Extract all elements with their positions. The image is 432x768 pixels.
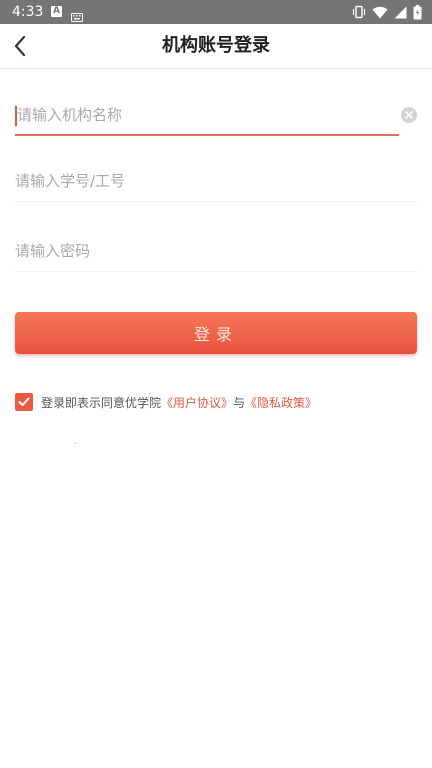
password-underline: [15, 271, 417, 272]
status-bar: 4:33 A: [0, 0, 432, 24]
agreement-row: 登录即表示同意优学院 《用户协议》 与 《隐私政策》: [15, 392, 317, 412]
page-title: 机构账号登录: [162, 35, 270, 56]
agreement-connector: 与: [233, 395, 246, 410]
status-right-icons: [352, 4, 422, 20]
agreement-text: 登录即表示同意优学院: [41, 395, 162, 410]
password-input[interactable]: [15, 232, 395, 270]
signal-icon: [394, 6, 407, 19]
student-id-field: [15, 162, 417, 202]
battery-icon: [413, 4, 422, 20]
privacy-policy-link[interactable]: 《隐私政策》: [245, 394, 317, 411]
app-bar: 机构账号登录: [0, 24, 432, 69]
institution-input[interactable]: [17, 96, 397, 134]
agreement-checkbox[interactable]: [15, 393, 33, 411]
clear-button[interactable]: [401, 107, 417, 123]
vibrate-icon: [352, 5, 366, 19]
institution-field: [15, 96, 417, 136]
student-id-underline: [15, 201, 417, 202]
user-agreement-link[interactable]: 《用户协议》: [161, 394, 233, 411]
clear-icon: [405, 111, 413, 119]
status-time: 4:33: [12, 4, 44, 20]
checkmark-icon: [18, 397, 30, 406]
stray-dot: [75, 443, 76, 444]
login-button[interactable]: 登录: [15, 312, 417, 354]
password-field: [15, 232, 417, 272]
student-id-input[interactable]: [15, 162, 395, 200]
wifi-icon: [372, 6, 388, 19]
institution-underline: [15, 134, 399, 136]
a-notification-icon: A: [51, 6, 62, 17]
